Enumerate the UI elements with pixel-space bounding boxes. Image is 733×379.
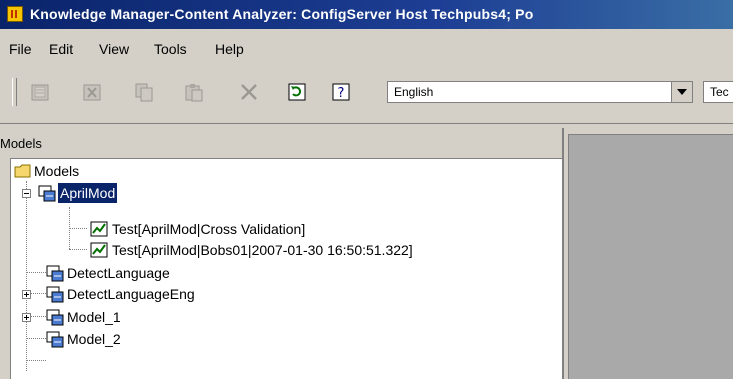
models-tree[interactable]: Models AprilMod Test[AprilMod|Cross Vali… xyxy=(10,158,563,379)
tree-node-label: Model_2 xyxy=(67,331,121,347)
app-window: Knowledge Manager-Content Analyzer: Conf… xyxy=(0,0,733,379)
details-panel xyxy=(562,128,733,379)
toolbar-grip[interactable] xyxy=(12,78,17,106)
tree-node-label: DetectLanguageEng xyxy=(67,286,195,302)
tree-line xyxy=(69,228,87,229)
model-icon xyxy=(38,185,56,202)
refresh-button[interactable] xyxy=(283,78,311,106)
menu-tools[interactable]: Tools xyxy=(154,41,187,57)
model-icon xyxy=(46,309,64,326)
expand-toggle[interactable] xyxy=(22,313,31,322)
chevron-down-icon xyxy=(677,89,687,95)
tree-line xyxy=(26,181,27,371)
tree-line xyxy=(26,272,46,273)
toolbar-divider xyxy=(0,123,733,124)
second-select-value: Tec xyxy=(710,85,729,99)
second-select[interactable]: Tec xyxy=(703,81,733,103)
cut-icon xyxy=(83,84,101,101)
model-icon xyxy=(46,331,64,348)
chart-icon xyxy=(90,221,108,237)
model-icon xyxy=(46,265,64,282)
menu-help[interactable]: Help xyxy=(215,41,244,57)
tree-leaf-label: Test[AprilMod|Bobs01|2007-01-30 16:50:51… xyxy=(112,242,413,258)
language-select[interactable]: English xyxy=(387,81,693,103)
paste-button[interactable] xyxy=(180,78,208,106)
tree-root-label: Models xyxy=(34,163,80,179)
expand-toggle[interactable] xyxy=(22,290,31,299)
window-title: Knowledge Manager-Content Analyzer: Conf… xyxy=(30,6,534,22)
tree-line xyxy=(69,249,87,250)
folder-icon xyxy=(14,164,31,178)
copy-button[interactable] xyxy=(130,78,158,106)
collapse-toggle[interactable] xyxy=(22,189,31,198)
tree-line xyxy=(26,338,46,339)
tree-line xyxy=(26,360,46,361)
models-panel-title: Models xyxy=(0,136,42,151)
title-bar[interactable]: Knowledge Manager-Content Analyzer: Conf… xyxy=(0,0,733,29)
paste-icon xyxy=(185,84,203,102)
cut-button[interactable] xyxy=(78,78,106,106)
tree-leaf-label: Test[AprilMod|Cross Validation] xyxy=(112,221,306,237)
svg-text:?: ? xyxy=(338,86,345,101)
tree-node-label: AprilMod xyxy=(56,182,119,204)
copy-icon xyxy=(135,83,153,102)
delete-button[interactable] xyxy=(235,78,263,106)
new-document-button[interactable] xyxy=(26,78,54,106)
refresh-icon xyxy=(288,83,306,101)
chart-icon xyxy=(90,242,108,258)
query-button[interactable]: ? xyxy=(327,78,355,106)
app-icon xyxy=(7,6,23,22)
model-icon xyxy=(46,286,64,303)
models-panel: Models Models AprilMod Test[AprilMod|Cro… xyxy=(0,128,563,379)
new-document-icon xyxy=(31,84,49,101)
menu-edit[interactable]: Edit xyxy=(49,41,73,57)
delete-x-icon xyxy=(241,84,257,100)
tree-node-label: DetectLanguage xyxy=(67,265,170,281)
details-panel-content xyxy=(568,134,733,379)
language-select-dropdown-button[interactable] xyxy=(671,82,692,102)
menu-file[interactable]: File xyxy=(9,41,32,57)
language-select-value: English xyxy=(394,85,434,99)
query-icon: ? xyxy=(332,83,350,101)
menu-view[interactable]: View xyxy=(99,41,129,57)
tree-node-label: Model_1 xyxy=(67,309,121,325)
